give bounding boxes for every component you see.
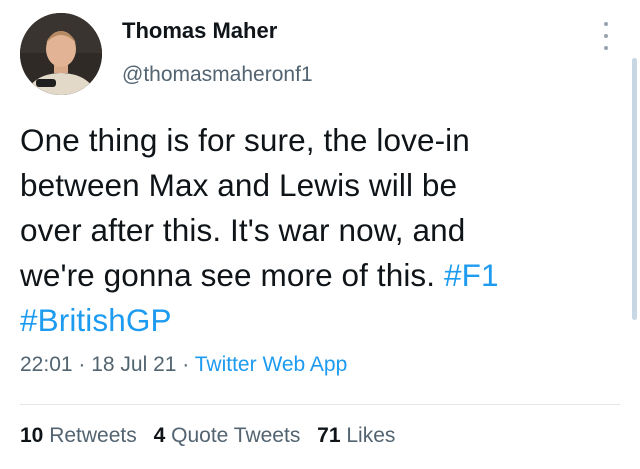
quotes-stat[interactable]: 4 Quote Tweets — [154, 424, 301, 447]
retweets-stat[interactable]: 10 Retweets — [20, 424, 137, 447]
hashtag-britishgp[interactable]: #BritishGP — [20, 302, 172, 338]
retweets-count: 10 — [20, 424, 44, 447]
quotes-label: Quote Tweets — [171, 424, 301, 447]
avatar[interactable] — [20, 13, 102, 95]
more-dot — [604, 46, 608, 50]
more-dot — [604, 22, 608, 26]
likes-label: Likes — [346, 424, 396, 447]
tweet-meta: 22:01 · 18 Jul 21 · Twitter Web App — [20, 353, 347, 377]
tweet-line: between Max and Lewis will be — [20, 167, 458, 203]
meta-separator: · — [176, 353, 195, 376]
tweet-date[interactable]: 18 Jul 21 — [91, 353, 176, 376]
more-dot — [604, 34, 608, 38]
meta-separator: · — [72, 353, 92, 376]
tweet-line: One thing is for sure, the love-in — [20, 122, 470, 158]
retweets-label: Retweets — [49, 424, 137, 447]
tweet-time[interactable]: 22:01 — [20, 353, 73, 376]
divider — [20, 404, 620, 405]
tweet-line-text: we're gonna see more of this. — [20, 257, 444, 293]
tweet-line-hashtag: #BritishGP — [20, 298, 610, 343]
tweet-source[interactable]: Twitter Web App — [195, 353, 348, 376]
likes-count: 71 — [317, 424, 341, 447]
tweet-line-last: we're gonna see more of this. #F1 — [20, 253, 610, 298]
hashtag-f1[interactable]: #F1 — [444, 257, 499, 293]
avatar-image — [20, 13, 102, 95]
scrollbar[interactable] — [632, 58, 637, 320]
quotes-count: 4 — [153, 424, 166, 447]
tweet-stats: 10 Retweets 4 Quote Tweets 71 Likes — [20, 424, 406, 448]
author-name[interactable]: Thomas Maher — [122, 18, 277, 44]
author-handle[interactable]: @thomasmaheronf1 — [122, 63, 313, 87]
tweet-text: One thing is for sure, the love-in betwe… — [20, 118, 610, 343]
likes-stat[interactable]: 71 Likes — [317, 424, 395, 447]
more-vertical-icon[interactable] — [596, 22, 616, 50]
tweet-line: over after this. It's war now, and — [20, 212, 466, 248]
